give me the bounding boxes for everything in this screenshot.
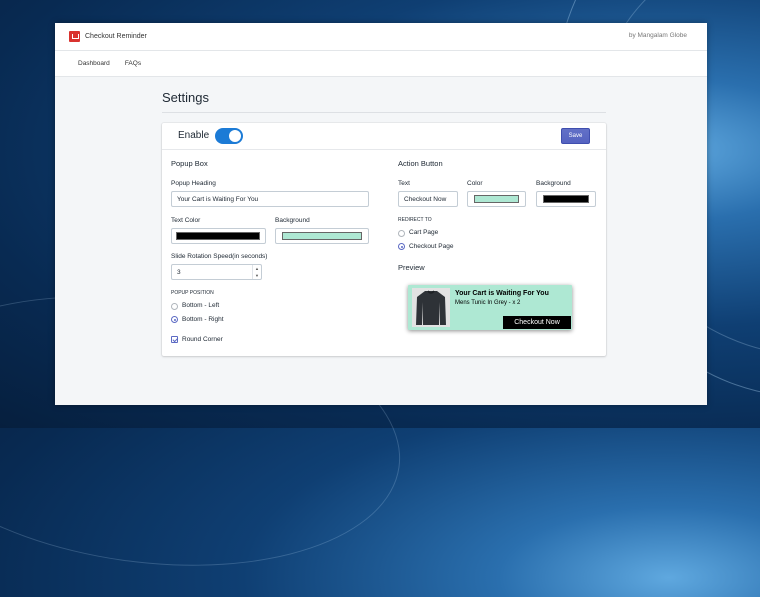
action-color-swatch: [474, 195, 519, 203]
redirect-cart-page-label: Cart Page: [409, 229, 439, 236]
text-color-label: Text Color: [171, 217, 201, 224]
popup-background-picker[interactable]: [275, 228, 369, 244]
app-window: Checkout Reminder by Mangalam Globe Dash…: [55, 23, 707, 405]
action-background-swatch: [543, 195, 589, 203]
redirect-checkout-page-label: Checkout Page: [409, 243, 454, 250]
nav-bar: Dashboard FAQs: [55, 51, 707, 77]
popup-preview: Your Cart is Waiting For You Mens Tunic …: [408, 285, 572, 330]
preview-checkout-button: Checkout Now: [503, 316, 571, 329]
app-title: Checkout Reminder: [85, 33, 147, 40]
position-bottom-left-label: Bottom - Left: [182, 302, 220, 309]
popup-section-title: Popup Box: [171, 159, 208, 168]
popup-heading-label: Popup Heading: [171, 180, 216, 187]
position-bottom-right-label: Bottom - Right: [182, 316, 224, 323]
round-corner-label: Round Corner: [182, 336, 223, 343]
card-header: Enable Save: [162, 123, 606, 150]
position-bottom-right-radio[interactable]: [171, 316, 178, 323]
popup-position-label: POPUP POSITION: [171, 290, 214, 296]
app-byline: by Mangalam Globe: [628, 32, 687, 39]
preview-heading: Your Cart is Waiting For You: [455, 290, 549, 297]
page-title: Settings: [162, 90, 209, 105]
action-color-picker[interactable]: [467, 191, 526, 207]
speed-value: 3: [177, 268, 181, 276]
preview-product-text: Mens Tunic In Grey - x 2: [455, 300, 521, 306]
save-button[interactable]: Save: [561, 128, 590, 144]
speed-input[interactable]: 3 ▲ ▼: [171, 264, 262, 280]
text-color-swatch: [176, 232, 260, 240]
position-bottom-left-radio[interactable]: [171, 303, 178, 310]
action-section-title: Action Button: [398, 159, 443, 168]
settings-card: Enable Save Popup Box Popup Heading Your…: [162, 123, 606, 356]
redirect-cart-page-radio[interactable]: [398, 230, 405, 237]
text-color-picker[interactable]: [171, 228, 266, 244]
popup-background-label: Background: [275, 217, 310, 224]
preview-label: Preview: [398, 263, 425, 272]
enable-toggle[interactable]: [215, 128, 243, 144]
action-background-picker[interactable]: [536, 191, 596, 207]
enable-label: Enable: [178, 130, 210, 141]
speed-label: Slide Rotation Speed(in seconds): [171, 253, 268, 260]
action-text-label: Text: [398, 180, 410, 187]
app-topbar: Checkout Reminder by Mangalam Globe: [55, 23, 707, 51]
popup-background-swatch: [282, 232, 362, 240]
action-background-label: Background: [536, 180, 571, 187]
cart-logo-icon: [69, 31, 80, 42]
redirect-label: REDIRECT TO: [398, 217, 432, 223]
redirect-checkout-page-radio[interactable]: [398, 243, 405, 250]
nav-item-dashboard[interactable]: Dashboard: [78, 60, 110, 67]
nav-item-faqs[interactable]: FAQs: [125, 60, 141, 67]
round-corner-checkbox[interactable]: [171, 336, 178, 343]
speed-stepper[interactable]: ▲ ▼: [252, 265, 261, 279]
title-divider: [162, 112, 606, 113]
popup-heading-input[interactable]: Your Cart is Waiting For You: [171, 191, 369, 207]
action-text-input[interactable]: Checkout Now: [398, 191, 458, 207]
action-color-label: Color: [467, 180, 483, 187]
product-image: [412, 288, 450, 327]
